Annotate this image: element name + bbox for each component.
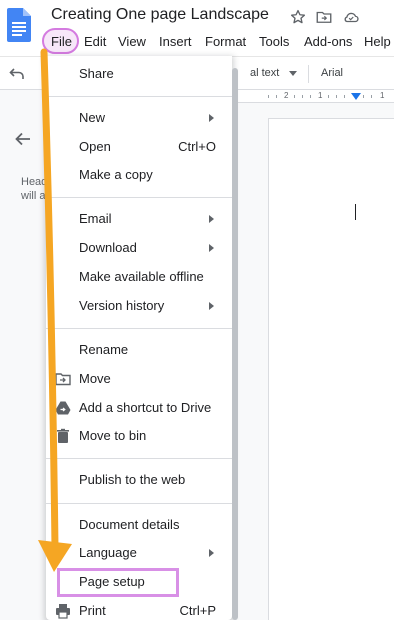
google-docs-logo-icon[interactable]	[7, 8, 31, 42]
ruler-tick	[268, 95, 269, 98]
cloud-saved-icon[interactable]	[342, 8, 360, 26]
menu-tools[interactable]: Tools	[259, 34, 289, 49]
menu-format[interactable]: Format	[205, 34, 246, 49]
document-page[interactable]	[268, 118, 394, 620]
ruler-tick	[371, 95, 372, 98]
drive-shortcut-icon	[55, 401, 71, 415]
toolbar-divider	[308, 65, 309, 83]
menu-item-make-available-offline[interactable]: Make available offline	[46, 263, 232, 291]
page-setup-highlight-annotation	[57, 568, 179, 597]
menu-item-new[interactable]: New	[46, 104, 232, 132]
menu-item-email[interactable]: Email	[46, 205, 232, 233]
menu-item-language[interactable]: Language	[46, 539, 232, 567]
menu-item-print[interactable]: Print Ctrl+P	[46, 597, 232, 620]
ruler-tick	[336, 95, 337, 98]
menu-add-ons[interactable]: Add-ons	[304, 34, 352, 49]
menu-item-version-history[interactable]: Version history	[46, 292, 232, 320]
ruler-tick	[276, 95, 277, 98]
chevron-down-icon[interactable]	[289, 71, 297, 76]
submenu-arrow-icon	[209, 114, 214, 122]
menu-item-label: Make a copy	[79, 167, 153, 182]
menu-item-rename[interactable]: Rename	[46, 336, 232, 364]
menu-separator	[46, 96, 232, 97]
app-header: Creating One page Landscape File Edit Vi…	[0, 0, 394, 56]
menu-item-label: Publish to the web	[79, 472, 186, 487]
ruler-number: 1	[380, 91, 385, 100]
menu-insert[interactable]: Insert	[159, 34, 192, 49]
menu-scrollbar[interactable]	[232, 68, 238, 620]
font-family-dropdown[interactable]: Arial	[321, 67, 343, 79]
menu-item-label: Download	[79, 240, 137, 255]
ruler-number: 1	[318, 91, 323, 100]
menu-separator	[46, 197, 232, 198]
menu-item-add-shortcut-to-drive[interactable]: Add a shortcut to Drive	[46, 394, 232, 422]
submenu-arrow-icon	[209, 244, 214, 252]
indent-marker[interactable]	[351, 93, 361, 100]
menu-item-label: Share	[79, 66, 114, 81]
menu-item-label: New	[79, 110, 106, 125]
ruler-tick	[363, 95, 364, 98]
star-icon[interactable]	[289, 8, 307, 26]
ruler-tick	[302, 95, 303, 98]
undo-icon[interactable]	[9, 67, 25, 81]
menu-help[interactable]: Help	[364, 34, 391, 49]
menu-item-label: Make available offline	[79, 269, 204, 284]
menu-separator	[46, 503, 232, 504]
menu-item-make-a-copy[interactable]: Make a copy	[46, 161, 232, 189]
menu-item-share[interactable]: Share	[46, 60, 232, 88]
paragraph-style-dropdown[interactable]: al text	[250, 67, 279, 79]
menu-item-label: Move	[79, 371, 111, 386]
arrow-back-icon[interactable]	[14, 130, 32, 148]
menu-separator	[46, 458, 232, 459]
submenu-arrow-icon	[209, 549, 214, 557]
ruler-tick	[328, 95, 329, 98]
ruler-number: 2	[284, 91, 289, 100]
menu-item-label: Version history	[79, 298, 165, 313]
menu-item-label: Open	[79, 139, 111, 154]
menu-item-label: Language	[79, 545, 137, 560]
menu-item-label: Print	[79, 603, 106, 618]
move-to-folder-icon[interactable]	[315, 8, 333, 26]
submenu-arrow-icon	[209, 302, 214, 310]
document-title[interactable]: Creating One page Landscape	[51, 6, 269, 24]
menu-file[interactable]: File	[51, 34, 72, 49]
menu-item-label: Rename	[79, 342, 129, 357]
ruler-tick	[344, 95, 345, 98]
menu-item-document-details[interactable]: Document details	[46, 511, 232, 539]
trash-icon	[57, 428, 69, 443]
menu-item-label: Document details	[79, 517, 180, 532]
menu-item-label: Add a shortcut to Drive	[79, 400, 212, 415]
menu-item-label: Email	[79, 211, 112, 226]
menu-item-move-to-bin[interactable]: Move to bin	[46, 422, 232, 450]
menu-item-shortcut: Ctrl+P	[179, 603, 216, 618]
menu-item-move[interactable]: Move	[46, 365, 232, 393]
menu-item-shortcut: Ctrl+O	[178, 139, 216, 154]
menu-item-open[interactable]: Open Ctrl+O	[46, 133, 232, 161]
menu-view[interactable]: View	[118, 34, 146, 49]
file-menu-dropdown: Share New Open Ctrl+O Make a copy Email …	[46, 56, 232, 620]
menu-separator	[46, 328, 232, 329]
menu-item-publish-to-the-web[interactable]: Publish to the web	[46, 466, 232, 494]
print-icon	[56, 604, 70, 619]
menu-item-download[interactable]: Download	[46, 234, 232, 262]
menu-item-label: Move to bin	[79, 428, 147, 443]
menu-edit[interactable]: Edit	[84, 34, 106, 49]
ruler-tick	[294, 95, 295, 98]
horizontal-ruler[interactable]: 2 1 1	[232, 90, 394, 103]
submenu-arrow-icon	[209, 215, 214, 223]
move-folder-icon	[55, 373, 71, 386]
text-cursor	[355, 204, 356, 220]
ruler-tick	[310, 95, 311, 98]
